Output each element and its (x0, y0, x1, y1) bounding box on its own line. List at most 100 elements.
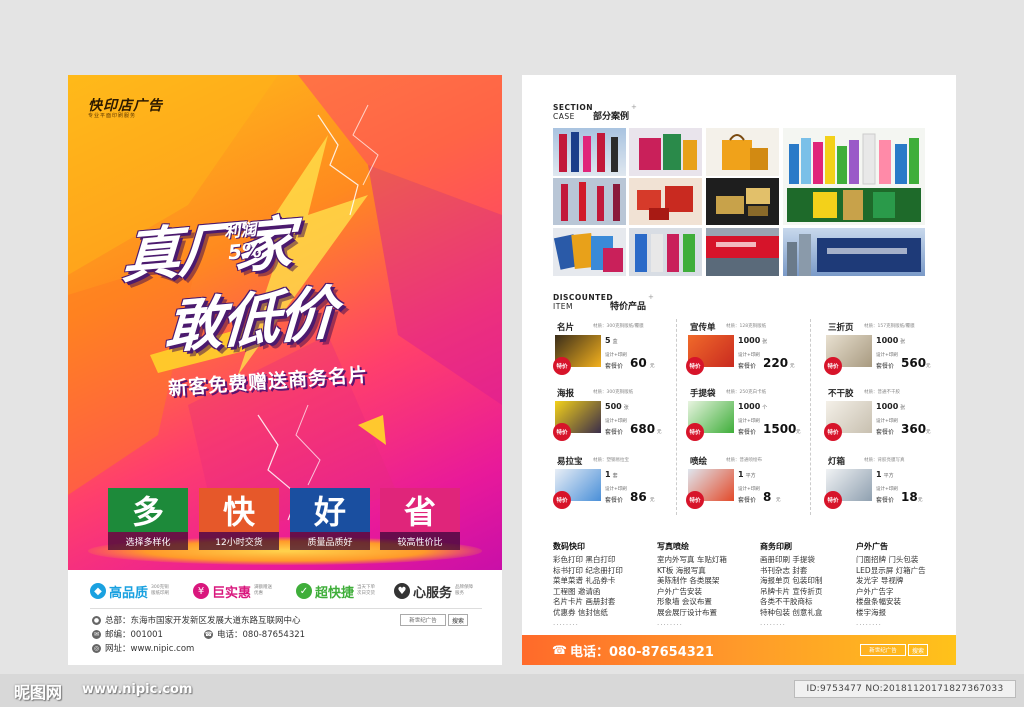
feature-label: 高品质 (109, 585, 149, 601)
watermark-id: ID:9753477 NO:20181120171827367033 (794, 680, 1016, 698)
feature-sub: 品牌保障服务 (455, 585, 474, 596)
service-item: KT板 海报写真 (657, 565, 706, 575)
service-title: 户外广告 (856, 542, 888, 551)
brand-tagline: 专业平面印刷服务 (88, 113, 137, 119)
set-price-label: 套餐价 (738, 429, 757, 436)
product-name: 三折页 (828, 323, 854, 333)
tile-caption: 较高性价比 (380, 532, 460, 550)
qty-value: 5 (605, 336, 611, 345)
tile-sheng: 省 较高性价比 (380, 488, 460, 550)
search-button[interactable]: 搜索 (908, 644, 928, 656)
footer-divider (90, 608, 482, 609)
set-price-label: 套餐价 (605, 363, 624, 370)
product-material: 材质：普通不干胶 (864, 390, 900, 395)
qty-unit: 平方 (883, 473, 894, 479)
tejia-badge: 特价 (553, 357, 571, 375)
product-name: 喷绘 (690, 457, 708, 467)
product-card-yilabao: 易拉宝 材质：塑钢易拉宝 特价 1套 设计+印刷 套餐价 86 元 (553, 455, 679, 515)
tejia-badge: 特价 (824, 423, 842, 441)
feature-sub: 满额赠送优惠 (254, 585, 273, 596)
product-name: 宣传单 (690, 323, 716, 333)
profit-value: 5% (227, 237, 263, 265)
qty-unit: 张 (900, 339, 906, 345)
dots-separator: ........ (553, 618, 579, 627)
discount-heading-cn: 特价产品 (610, 302, 647, 312)
product-qty: 500 张 (605, 402, 629, 411)
feature-speed: ✓ 超快捷 当天下单次日交货 (296, 580, 379, 602)
set-price-label: 套餐价 (738, 363, 757, 370)
product-price: 680 (630, 422, 656, 436)
watermark-url: www.nipic.com (82, 682, 193, 697)
design-note: 设计+印刷 (738, 487, 760, 492)
service-item: 楼宇海报 (856, 607, 886, 617)
feature-label: 巨实惠 (212, 585, 252, 601)
search-button[interactable]: 搜索 (448, 614, 468, 626)
globe-icon: ◎ (92, 643, 101, 653)
set-price-label: 套餐价 (605, 429, 624, 436)
product-qty: 1000 张 (876, 336, 905, 345)
product-material: 材质：塑钢易拉宝 (593, 458, 629, 463)
tejia-badge: 特价 (686, 357, 704, 375)
feature-tiles: 多 选择多样化 快 12小时交货 好 质量品质好 省 较高性价比 (108, 488, 460, 550)
service-item: 户外广告字 (856, 586, 894, 596)
yuan-unit: 元 (926, 364, 931, 369)
plus-icon: + (648, 293, 654, 301)
service-column-outdoor: 户外广告 门面招牌 门头包装 LED显示屏 灯箱广告 发光字 导视牌 户外广告字… (856, 541, 946, 627)
qty-value: 1000 (738, 336, 761, 345)
feature-quality: ◆ 高品质 300克铜版纸印刷 (90, 580, 173, 602)
headline-line-2: 敢低价 (163, 278, 337, 362)
service-item: 优惠券 信封信纸 (553, 607, 608, 617)
product-name: 名片 (557, 323, 575, 333)
qty-unit: 张 (623, 405, 629, 411)
tile-big-char: 好 (290, 488, 370, 532)
dots-separator: ........ (657, 618, 683, 627)
product-qty: 1套 (605, 470, 618, 479)
service-item: 楼盘条幅安装 (856, 597, 901, 607)
design-note: 设计+印刷 (738, 353, 760, 358)
search-input[interactable]: 新世纪广告 (400, 614, 446, 626)
qty-value: 1000 (738, 402, 761, 411)
plus-icon: + (631, 103, 637, 111)
product-price: 18 (901, 490, 918, 504)
case-photo-bottles (783, 128, 925, 225)
postcode-text: 邮编：001001 (105, 630, 163, 640)
yuan-unit: 元 (796, 430, 801, 435)
billboard-image (787, 234, 921, 276)
case-heading-en2: CASE (553, 112, 575, 121)
product-card-buganjiao: 不干胶 材质：普通不干胶 特价 1000 张 设计+印刷 套餐价 360 元 (824, 387, 950, 447)
heart-icon: ♥ (394, 583, 410, 599)
tel-text: 电话：080-87654321 (217, 630, 306, 640)
right-footer-bar: ☎ 电话：080-87654321 新世纪广告 搜索 (522, 635, 956, 665)
design-note: 设计+印刷 (605, 487, 627, 492)
boxes-image (637, 186, 693, 220)
service-item: 室内外写真 车贴灯箱 (657, 555, 727, 564)
set-price-label: 套餐价 (738, 497, 757, 504)
feature-sub: 300克铜版纸印刷 (151, 585, 170, 596)
dots-separator: ........ (760, 618, 786, 627)
feature-value: ¥ 巨实惠 满额赠送优惠 (193, 580, 276, 602)
design-note: 设计+印刷 (876, 353, 898, 358)
giftbag-image (722, 134, 768, 170)
service-item: LED显示屏 灯箱广告 (856, 565, 926, 575)
watermark-logo: 昵图网 (14, 683, 63, 702)
service-column-digital: 数码快印 彩色打印 黑白打印 标书打印 纪念册打印 菜单菜谱 礼品券卡 工程图 … (553, 541, 643, 627)
bottles-image (787, 133, 921, 222)
service-item: 名片卡片 画册封套 (553, 597, 616, 607)
case-photo-billboard (783, 228, 925, 276)
yuan-unit: 元 (776, 498, 781, 503)
search-input[interactable]: 新世纪广告 (860, 644, 906, 656)
product-price: 8 (763, 490, 772, 504)
case-photo-boxes (629, 178, 702, 225)
service-item: 海报单页 包装印制 (760, 576, 823, 586)
service-item: 美陈制作 各类展架 (657, 576, 720, 586)
feature-label: 心服务 (413, 585, 453, 601)
tejia-badge: 特价 (824, 491, 842, 509)
qty-unit: 个 (762, 405, 768, 411)
yuan-unit: 元 (657, 430, 662, 435)
product-qty: 5盒 (605, 336, 618, 345)
service-item: 户外广告安装 (657, 586, 702, 596)
service-item: 菜单菜谱 礼品券卡 (553, 576, 616, 586)
right-flyer: SECTION CASE 部分案例 + DISCOUNTED ITEM 特价产品… (522, 75, 956, 665)
qty-unit: 张 (900, 405, 906, 411)
service-title: 写真喷绘 (657, 542, 689, 551)
